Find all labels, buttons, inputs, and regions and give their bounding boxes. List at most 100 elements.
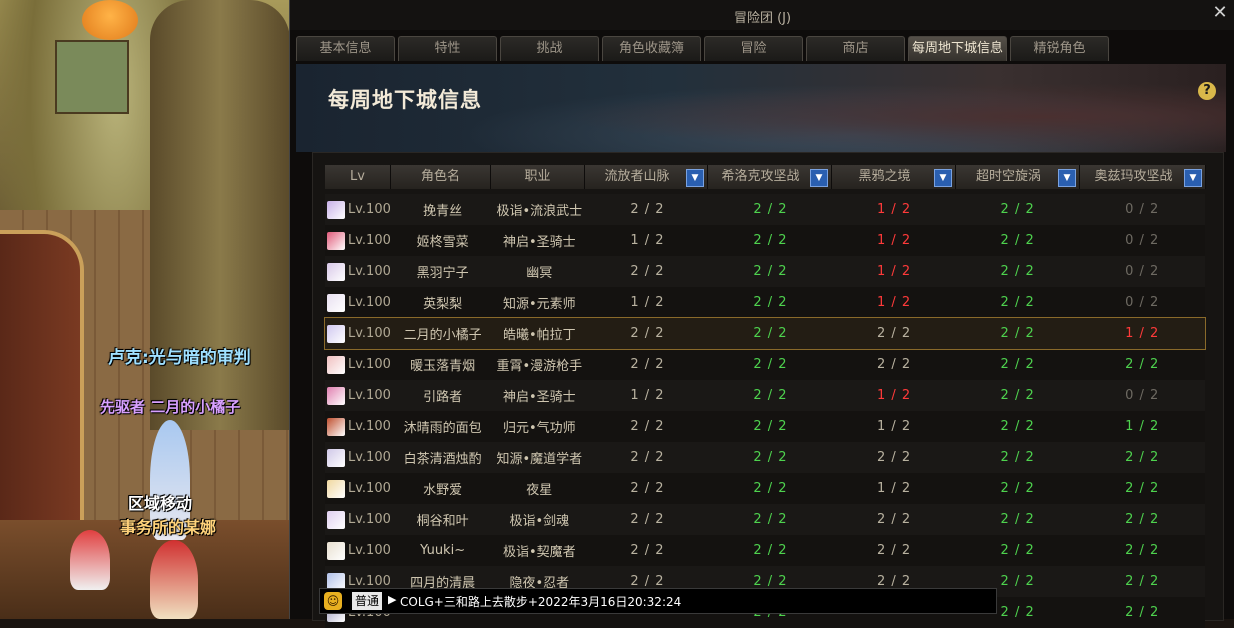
dropdown-icon[interactable]: ▼ — [934, 169, 952, 187]
table-row[interactable]: Lv.100 沐晴雨的面包 归元•气功师 2 / 2 2 / 2 1 / 2 2 / 2 1 … — [325, 411, 1205, 442]
column-header-4[interactable]: 希洛克攻坚战 ▼ — [708, 165, 832, 189]
dungeon-count-4: 2 / 2 — [1125, 450, 1160, 465]
dungeon-count-3: 2 / 2 — [1000, 388, 1035, 403]
dropdown-icon[interactable]: ▼ — [810, 169, 828, 187]
chat-input[interactable] — [400, 591, 990, 611]
dropdown-icon[interactable]: ▼ — [686, 169, 704, 187]
level-label: Lv.100 — [348, 233, 391, 248]
character-name: Yuuki~ — [420, 543, 466, 558]
dungeon-count-3: 2 / 2 — [1000, 233, 1035, 248]
dungeon-count-3: 2 / 2 — [1000, 326, 1035, 341]
help-icon[interactable]: ? — [1198, 82, 1216, 100]
column-header-6[interactable]: 超时空旋涡 ▼ — [956, 165, 1080, 189]
tab-2[interactable]: 挑战 — [500, 36, 599, 61]
character-job: 神启•圣骑士 — [502, 390, 576, 405]
level-cell: Lv.100 — [325, 355, 393, 374]
character-name: 英梨梨 — [423, 297, 463, 312]
tab-1[interactable]: 特性 — [398, 36, 497, 61]
table-row[interactable]: Lv.100 黑羽宁子 幽冥 2 / 2 2 / 2 1 / 2 2 / 2 0 / 2 — [325, 256, 1205, 287]
dungeon-count-2: 2 / 2 — [876, 357, 912, 372]
level-label: Lv.100 — [348, 543, 391, 558]
table-row[interactable]: Lv.100 姬柊雪菜 神启•圣骑士 1 / 2 2 / 2 1 / 2 2 / 2 0 / … — [325, 225, 1205, 256]
column-header-1: 角色名 — [391, 165, 491, 189]
chat-mode-button[interactable]: 普通 — [352, 592, 383, 610]
dungeon-count-3: 2 / 2 — [1000, 512, 1035, 527]
tab-0[interactable]: 基本信息 — [296, 36, 395, 61]
column-header-7[interactable]: 奥兹玛攻坚战 ▼ — [1080, 165, 1206, 189]
character-name: 引路者 — [423, 390, 463, 405]
dungeon-count-3: 2 / 2 — [1000, 295, 1035, 310]
close-icon[interactable]: ✕ — [1211, 4, 1229, 22]
dungeon-count-0: 2 / 2 — [630, 543, 665, 558]
tab-6[interactable]: 每周地下城信息 — [908, 36, 1007, 61]
character-job: 极诣•剑魂 — [509, 514, 570, 529]
column-header-5[interactable]: 黑鸦之境 ▼ — [832, 165, 956, 189]
tab-7[interactable]: 精锐角色 — [1010, 36, 1109, 61]
table-row[interactable]: Lv.100 水野爱 夜星 2 / 2 2 / 2 1 / 2 2 / 2 2 / 2 — [325, 473, 1205, 504]
dungeon-count-0: 1 / 2 — [630, 388, 665, 403]
dungeon-count-2: 1 / 2 — [876, 264, 912, 279]
dungeon-count-3: 2 / 2 — [1000, 419, 1035, 434]
dungeon-count-3: 2 / 2 — [1000, 202, 1035, 217]
npc-title-label: 卢克:光与暗的审判 — [108, 348, 251, 368]
level-cell: Lv.100 — [325, 448, 393, 467]
pet-character[interactable] — [70, 530, 110, 590]
tab-3[interactable]: 角色收藏簿 — [602, 36, 701, 61]
table-header: Lv 角色名 职业 流放者山脉 ▼ 希洛克攻坚战 ▼ 黑鸦之境 ▼ 超时空旋涡 ▼ 奥兹玛攻坚战 ▼ — [325, 165, 1206, 189]
table-row[interactable]: Lv.100 白茶清酒烛酌 知源•魔道学者 2 / 2 2 / 2 2 / 2 2 / 2 2… — [325, 442, 1205, 473]
column-header-3[interactable]: 流放者山脉 ▼ — [585, 165, 708, 189]
table-row[interactable]: Lv.100 引路者 神启•圣骑士 1 / 2 2 / 2 1 / 2 2 / 2 0 / 2 — [325, 380, 1205, 411]
tab-4[interactable]: 冒险 — [704, 36, 803, 61]
dungeon-count-2: 2 / 2 — [876, 450, 912, 465]
dropdown-icon[interactable]: ▼ — [1058, 169, 1076, 187]
column-header-label: 黑鸦之境 — [858, 169, 911, 184]
dungeon-count-4: 2 / 2 — [1125, 574, 1160, 589]
chat-emoji-icon[interactable]: ☺ — [324, 592, 342, 610]
level-label: Lv.100 — [348, 574, 391, 589]
section-banner: 每周地下城信息 ? — [296, 64, 1226, 152]
game-scene: 卢克:光与暗的审判 先驱者 二月的小橘子 区域移动 事务所的某娜 — [0, 0, 290, 619]
dungeon-count-1: 2 / 2 — [753, 419, 788, 434]
window-title: 冒险团 (J) — [733, 11, 792, 26]
table-row[interactable]: Lv.100 挽青丝 极诣•流浪武士 2 / 2 2 / 2 1 / 2 2 / 2 0 / … — [325, 194, 1205, 225]
character-job: 皓曦•帕拉丁 — [502, 328, 576, 343]
portal-label[interactable]: 区域移动 — [128, 490, 192, 514]
character-avatar-icon — [327, 448, 345, 467]
chat-arrow-icon: ▶ — [388, 593, 397, 606]
dungeon-count-1: 2 / 2 — [753, 202, 788, 217]
table-row[interactable]: Lv.100 二月的小橘子 皓曦•帕拉丁 2 / 2 2 / 2 2 / 2 2 / 2 1 … — [324, 317, 1206, 350]
character-name: 水野爱 — [423, 483, 463, 498]
dungeon-count-2: 1 / 2 — [876, 295, 912, 310]
dungeon-count-4: 2 / 2 — [1125, 512, 1160, 527]
dungeon-count-3: 2 / 2 — [1000, 450, 1035, 465]
character-avatar-icon — [327, 355, 345, 374]
level-label: Lv.100 — [348, 295, 391, 310]
level-label: Lv.100 — [348, 450, 391, 465]
dropdown-icon[interactable]: ▼ — [1184, 169, 1202, 187]
dungeon-count-0: 2 / 2 — [630, 574, 665, 589]
table-row[interactable]: Lv.100 Yuuki~ 极诣•契魔者 2 / 2 2 / 2 2 / 2 2 / 2 2 … — [325, 535, 1205, 566]
column-header-label: 流放者山脉 — [604, 169, 670, 184]
character-job: 知源•魔道学者 — [496, 452, 583, 467]
character-name: 二月的小橘子 — [403, 328, 482, 343]
tab-5[interactable]: 商店 — [806, 36, 905, 61]
chat-bar: ☺ 普通 ▶ — [319, 588, 997, 614]
dungeon-count-1: 2 / 2 — [753, 574, 788, 589]
table-row[interactable]: Lv.100 暖玉落青烟 重霄•漫游枪手 2 / 2 2 / 2 2 / 2 2 / 2 2 … — [325, 349, 1205, 380]
npc-character[interactable] — [150, 540, 198, 619]
level-label: Lv.100 — [348, 202, 391, 217]
dungeon-count-3: 2 / 2 — [1000, 543, 1035, 558]
dungeon-count-2: 1 / 2 — [876, 233, 912, 248]
character-job: 极诣•流浪武士 — [496, 204, 583, 219]
dungeon-count-1: 2 / 2 — [753, 357, 788, 372]
character-avatar-icon — [327, 231, 345, 250]
mascot-character[interactable] — [82, 0, 138, 40]
character-name: 沐晴雨的面包 — [403, 421, 482, 436]
character-job: 神启•圣骑士 — [502, 235, 576, 250]
dungeon-count-3: 2 / 2 — [1000, 574, 1035, 589]
column-header-label: 角色名 — [420, 169, 460, 184]
table-row[interactable]: Lv.100 桐谷和叶 极诣•剑魂 2 / 2 2 / 2 2 / 2 2 / 2 2 / 2 — [325, 504, 1205, 535]
dungeon-count-3: 2 / 2 — [1000, 481, 1035, 496]
window-titlebar[interactable]: 冒险团 (J) ✕ — [290, 0, 1234, 30]
table-row[interactable]: Lv.100 英梨梨 知源•元素师 1 / 2 2 / 2 1 / 2 2 / 2 0 / 2 — [325, 287, 1205, 318]
